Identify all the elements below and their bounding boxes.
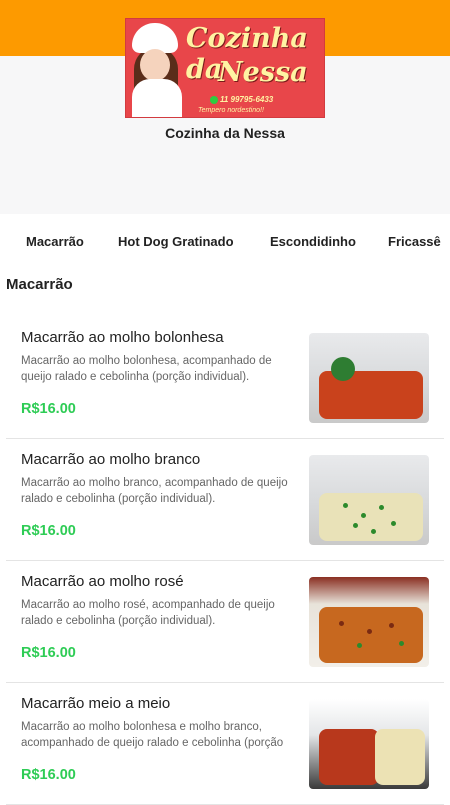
whatsapp-icon bbox=[210, 95, 218, 104]
item-name: Macarrão meio a meio bbox=[21, 695, 171, 712]
tab-fricasse[interactable]: Fricassê bbox=[388, 234, 441, 249]
item-description: Macarrão ao molho bolonhesa, acompanhado… bbox=[21, 355, 272, 383]
tab-macarrao[interactable]: Macarrão bbox=[26, 234, 84, 249]
chef-body-graphic bbox=[132, 79, 182, 117]
item-price: R$16.00 bbox=[21, 523, 76, 539]
store-name: Cozinha da Nessa bbox=[165, 125, 285, 141]
logo-tagline: Tempero nordestino!! bbox=[198, 107, 264, 114]
item-description: Macarrão ao molho rosé, acompanhado de q… bbox=[21, 599, 275, 627]
item-name: Macarrão ao molho bolonhesa bbox=[21, 329, 224, 346]
item-price: R$16.00 bbox=[21, 767, 76, 783]
logo-phone: 11 99795-6433 bbox=[210, 95, 273, 104]
chef-face-graphic bbox=[140, 49, 170, 81]
menu-item[interactable]: Macarrão ao molho branco Macarrão ao mol… bbox=[6, 439, 444, 561]
tab-escondidinho[interactable]: Escondidinho bbox=[270, 234, 356, 249]
item-description: Macarrão ao molho bolonhesa e molho bran… bbox=[21, 721, 284, 749]
section-title: Macarrão bbox=[6, 276, 73, 293]
logo-title-line2: Nessa bbox=[218, 57, 308, 88]
menu-item[interactable]: Macarrão ao molho rosé Macarrão ao molho… bbox=[6, 561, 444, 683]
menu-item[interactable]: Macarrão ao molho bolonhesa Macarrão ao … bbox=[6, 317, 444, 439]
item-name: Macarrão ao molho rosé bbox=[21, 573, 184, 590]
pasta-rose-sauce-photo-icon bbox=[309, 577, 429, 667]
tab-hot-dog-gratinado[interactable]: Hot Dog Gratinado bbox=[118, 234, 234, 249]
store-logo: Cozinha da Nessa 11 99795-6433 Tempero n… bbox=[125, 18, 325, 118]
item-price: R$16.00 bbox=[21, 645, 76, 661]
logo-phone-number: 11 99795-6433 bbox=[220, 95, 274, 104]
pasta-bolognese-photo-icon bbox=[309, 333, 429, 423]
item-description: Macarrão ao molho branco, acompanhado de… bbox=[21, 477, 288, 505]
pasta-white-sauce-photo-icon bbox=[309, 455, 429, 545]
item-name: Macarrão ao molho branco bbox=[21, 451, 201, 468]
item-price: R$16.00 bbox=[21, 401, 76, 417]
pasta-half-half-photo-icon bbox=[309, 699, 429, 789]
category-tabs: Macarrão Hot Dog Gratinado Escondidinho … bbox=[0, 214, 450, 270]
